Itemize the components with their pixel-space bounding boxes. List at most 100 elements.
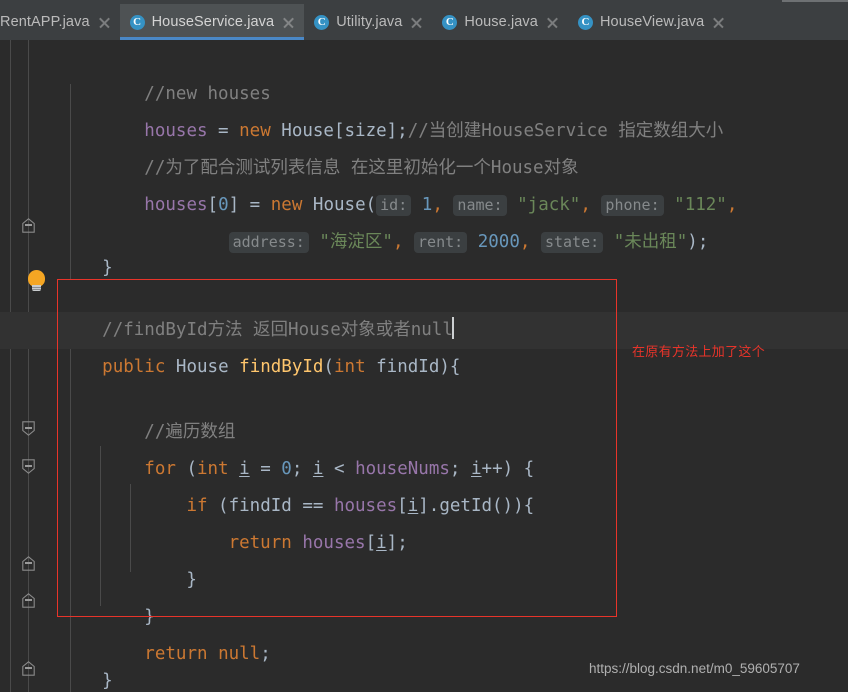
code-token: //遍历数组 — [144, 422, 236, 442]
code-line[interactable]: return houses[i]; — [0, 525, 848, 562]
code-token: int — [334, 357, 366, 377]
text-caret — [451, 317, 454, 339]
code-line[interactable]: } — [0, 250, 848, 287]
code-line[interactable]: //遍历数组 — [0, 414, 848, 451]
code-token: 0 — [281, 459, 292, 479]
code-token: i — [470, 459, 482, 479]
code-token: , — [519, 232, 541, 252]
java-class-icon: C — [314, 14, 330, 30]
code-token: [ — [207, 195, 219, 215]
code-token: ( — [323, 357, 334, 377]
close-icon[interactable] — [712, 16, 725, 29]
code-token: [ — [365, 533, 377, 553]
code-token: ] = — [228, 195, 271, 215]
code-token: ; — [260, 644, 271, 664]
editor-tab-label: Utility.java — [336, 14, 403, 30]
code-token: ( — [365, 195, 377, 215]
code-token: } — [60, 570, 197, 590]
java-class-icon: C — [442, 14, 458, 30]
code-token: "海淀区" — [319, 232, 393, 252]
code-token: //当创建HouseService 指定数组大小 — [407, 121, 724, 141]
code-token: return — [228, 533, 292, 553]
code-token: , — [580, 195, 602, 215]
code-token: ; — [449, 459, 471, 479]
code-line[interactable]: //new houses — [0, 76, 848, 113]
code-token: i — [376, 533, 387, 553]
code-token: 0 — [218, 195, 229, 215]
code-token: ( — [175, 459, 197, 479]
code-token: //为了配合测试列表信息 在这里初始化一个House对象 — [144, 158, 579, 178]
close-icon[interactable] — [546, 16, 559, 29]
code-token: 2000 — [477, 232, 520, 252]
close-icon[interactable] — [410, 16, 423, 29]
code-token: = — [207, 121, 240, 141]
code-token: House — [175, 357, 229, 377]
code-line[interactable]: houses[0] = new House(id: 1, name: "jack… — [0, 187, 848, 224]
code-token: if — [186, 496, 208, 516]
code-token: houses — [333, 496, 398, 516]
code-token: (findId == — [207, 496, 334, 516]
code-token: "jack" — [517, 195, 581, 215]
code-token: , — [726, 195, 738, 215]
editor-tab-house-java[interactable]: C House.java — [432, 4, 568, 40]
code-token: new — [239, 121, 271, 141]
code-token: ++) { — [481, 459, 535, 479]
code-token: ].getId()){ — [418, 496, 535, 516]
code-token: < — [323, 459, 356, 479]
code-line[interactable]: } — [0, 599, 848, 636]
code-token: //findById方法 返回House对象或者null — [102, 320, 453, 340]
code-token: //new houses — [144, 84, 271, 104]
code-editor[interactable]: //new houses houses = new House[size];//… — [0, 40, 848, 692]
code-token: [ — [397, 496, 408, 516]
parameter-hint: name: — [453, 195, 507, 216]
code-token: , — [392, 232, 415, 252]
code-token: , — [432, 195, 454, 215]
editor-tab-rentapp-java[interactable]: RentAPP.java — [0, 4, 120, 40]
editor-tab-houseview-java[interactable]: C HouseView.java — [567, 4, 735, 40]
code-token: return — [144, 644, 208, 664]
editor-tab-utility-java[interactable]: C Utility.java — [304, 4, 433, 40]
editor-tab-label: HouseService.java — [151, 14, 275, 30]
code-token: "未出租" — [613, 232, 688, 252]
code-token: [size]; — [333, 121, 408, 141]
code-token: int — [196, 459, 229, 479]
code-token: houses — [302, 533, 366, 553]
code-token: i — [312, 459, 324, 479]
code-line[interactable]: for (int i = 0; i < houseNums; i++) { — [0, 451, 848, 488]
close-icon[interactable] — [98, 16, 111, 29]
code-token: } — [60, 607, 155, 627]
window-top-highlight — [782, 0, 848, 2]
code-token: public — [102, 357, 166, 377]
editor-tab-bar: RentAPP.java C HouseService.java C Utility.j… — [0, 4, 848, 40]
code-token: houses — [144, 121, 208, 141]
code-token: findId){ — [365, 357, 461, 377]
code-token: for — [144, 459, 176, 479]
close-icon[interactable] — [282, 16, 295, 29]
code-line[interactable]: //为了配合测试列表信息 在这里初始化一个House对象 — [0, 150, 848, 187]
parameter-hint: phone: — [601, 195, 664, 216]
code-content[interactable]: //new houses houses = new House[size];//… — [0, 40, 848, 692]
code-line[interactable]: if (findId == houses[i].getId()){ — [0, 488, 848, 525]
code-token: new — [270, 195, 303, 215]
java-class-icon: C — [577, 14, 593, 30]
editor-tab-houseservice-java[interactable]: C HouseService.java — [119, 4, 305, 40]
code-token: houseNums — [355, 459, 450, 479]
java-class-icon: C — [129, 14, 145, 30]
editor-tab-label: RentAPP.java — [0, 14, 90, 30]
code-token: ); — [687, 232, 709, 252]
code-line[interactable]: houses = new House[size];//当创建HouseServi… — [0, 113, 848, 150]
code-line[interactable]: } — [0, 562, 848, 599]
